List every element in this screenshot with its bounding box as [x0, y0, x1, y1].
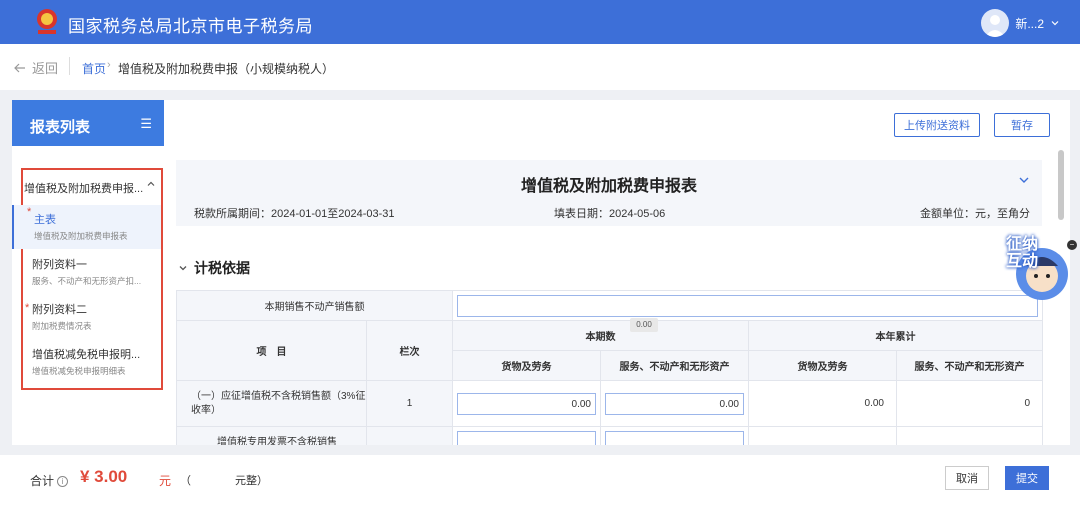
- table-row: 本期销售不动产销售额: [176, 290, 1043, 321]
- sidebar-item-desc: 附加税费情况表: [32, 321, 92, 331]
- required-marker: *: [27, 206, 32, 218]
- table-cell: [452, 290, 1043, 321]
- table-cell: [748, 426, 897, 445]
- table-cell: [452, 426, 601, 445]
- sidebar-title: 报表列表: [30, 119, 91, 136]
- main-panel: 上传附送资料 暂存 增值税及附加税费申报表 税款所属期间：2024-01-01至…: [164, 100, 1070, 445]
- submit-button[interactable]: 提交: [1005, 466, 1049, 490]
- sidebar-item-main-form[interactable]: * 主表 增值税及附加税费申报表: [12, 205, 161, 249]
- tax-basis-table: 本期销售不动产销售额 项 目 栏次 本期数 本年累计 货物及劳务 服务、不动产和…: [176, 290, 1043, 445]
- assistant-label: 征纳互动: [1005, 236, 1038, 270]
- table-cell: [896, 426, 1043, 445]
- section-title: 计税依据: [194, 260, 250, 276]
- cancel-button[interactable]: 取消: [945, 466, 989, 490]
- total-currency: 元: [159, 474, 172, 488]
- sidebar-item-desc: 增值税减免税申报明细表: [32, 366, 126, 376]
- total-label: 合计 i: [30, 472, 69, 489]
- section-tax-basis[interactable]: 计税依据: [178, 258, 250, 278]
- minus-icon[interactable]: −: [1067, 240, 1077, 250]
- chevron-up-icon[interactable]: [146, 179, 156, 189]
- avatar: [981, 9, 1010, 37]
- scrollbar[interactable]: [1058, 150, 1064, 220]
- table-cell: 0.00: [600, 380, 749, 427]
- breadcrumb: 返回 首页 › 增值税及附加税费申报（小规模纳税人）: [0, 44, 1080, 90]
- sidebar-header: 报表列表 ☰: [12, 100, 164, 146]
- row-label: 本期销售不动产销售额: [176, 290, 453, 321]
- form-header: 增值税及附加税费申报表 税款所属期间：2024-01-01至2024-03-31…: [176, 160, 1042, 226]
- arrow-left-icon: [14, 63, 25, 72]
- header-services: 服务、不动产和无形资产: [600, 350, 749, 381]
- header-col-no: 栏次: [366, 320, 453, 381]
- sidebar-item-desc: 服务、不动产和无形资产扣...: [32, 276, 142, 286]
- info-icon[interactable]: i: [57, 476, 69, 488]
- amount-unit: 金额单位：元，至角分: [920, 208, 1030, 220]
- input-field[interactable]: [605, 430, 744, 445]
- sidebar-item-label: 附列资料一: [32, 259, 87, 271]
- footer-bar: 合计 i ¥ 3.00 元 （ 元整） 取消 提交: [0, 455, 1080, 505]
- header-goods: 货物及劳务: [452, 350, 601, 381]
- table-cell: [366, 426, 453, 445]
- ytd-services-value: 0: [896, 380, 1043, 427]
- input-field[interactable]: [457, 430, 596, 445]
- top-bar: 国家税务总局北京市电子税务局 新...2: [0, 0, 1080, 44]
- sidebar-group-vat[interactable]: 增值税及附加税费申报...: [24, 180, 143, 196]
- header-services: 服务、不动产和无形资产: [896, 350, 1043, 381]
- required-marker: *: [25, 302, 30, 314]
- tooltip: 0.00: [630, 318, 658, 332]
- upload-attachments-button[interactable]: 上传附送资料: [894, 113, 980, 137]
- chevron-down-icon: [179, 266, 187, 271]
- table-cell: 0.00: [452, 380, 601, 427]
- header-goods: 货物及劳务: [748, 350, 897, 381]
- divider: [69, 57, 70, 75]
- total-chinese-amount: （ 元整）: [180, 475, 268, 487]
- table-row: 增值税专用发票不含税销售: [176, 426, 1043, 445]
- app-title: 国家税务总局北京市电子税务局: [68, 17, 313, 36]
- sidebar-item-desc: 增值税及附加税费申报表: [34, 231, 128, 241]
- row-label: （一）应征增值税不含税销售额（3%征收率）: [176, 380, 367, 427]
- chevron-down-icon[interactable]: [1018, 174, 1030, 186]
- sidebar-item-label: 主表: [34, 214, 56, 226]
- current-services-input[interactable]: 0.00: [605, 392, 744, 415]
- row-label: 增值税专用发票不含税销售: [176, 426, 367, 445]
- user-menu[interactable]: 新...2: [981, 9, 1060, 37]
- tax-period: 税款所属期间：2024-01-01至2024-03-31: [194, 208, 395, 220]
- tax-emblem-icon: [37, 9, 57, 34]
- chevron-down-icon: [1051, 21, 1059, 26]
- header-item: 项 目: [176, 320, 367, 381]
- back-button[interactable]: 返回: [14, 58, 58, 77]
- table-row: 项 目 栏次 本期数 本年累计: [176, 320, 1043, 381]
- save-draft-button[interactable]: 暂存: [994, 113, 1050, 137]
- sidebar-item-tax-relief[interactable]: 增值税减免税申报明... 增值税减免税申报明细表: [12, 346, 161, 386]
- sidebar-item-label: 附列资料二: [32, 304, 87, 316]
- breadcrumb-current: 增值税及附加税费申报（小规模纳税人）: [118, 62, 335, 76]
- header-ytd: 本年累计: [748, 320, 1043, 351]
- real-estate-sales-input[interactable]: [457, 294, 1038, 317]
- fill-date: 填表日期：2024-05-06: [554, 208, 666, 220]
- table-row: （一）应征增值税不含税销售额（3%征收率） 1 0.00 0.00 0.00 0: [176, 380, 1043, 427]
- sidebar-item-attachment-1[interactable]: 附列资料一 服务、不动产和无形资产扣...: [12, 256, 161, 296]
- header-current: 本期数: [452, 320, 749, 351]
- total-amount: ¥ 3.00: [80, 467, 128, 486]
- ytd-goods-value: 0.00: [748, 380, 897, 427]
- form-title: 增值税及附加税费申报表: [520, 178, 697, 195]
- breadcrumb-separator: ›: [107, 59, 111, 71]
- sidebar-item-label: 增值税减免税申报明...: [32, 349, 141, 361]
- interaction-assistant-widget[interactable]: 征纳互动: [990, 236, 1070, 308]
- back-label: 返回: [32, 61, 59, 76]
- total-text: 合计: [30, 474, 55, 488]
- sidebar-item-attachment-2[interactable]: * 附列资料二 附加税费情况表: [12, 301, 161, 341]
- user-name: 新...2: [1015, 16, 1044, 31]
- current-goods-input[interactable]: 0.00: [457, 392, 596, 415]
- breadcrumb-home-link[interactable]: 首页: [82, 60, 106, 77]
- row-col-no: 1: [366, 380, 453, 427]
- menu-icon[interactable]: ☰: [140, 116, 152, 132]
- table-cell: [600, 426, 749, 445]
